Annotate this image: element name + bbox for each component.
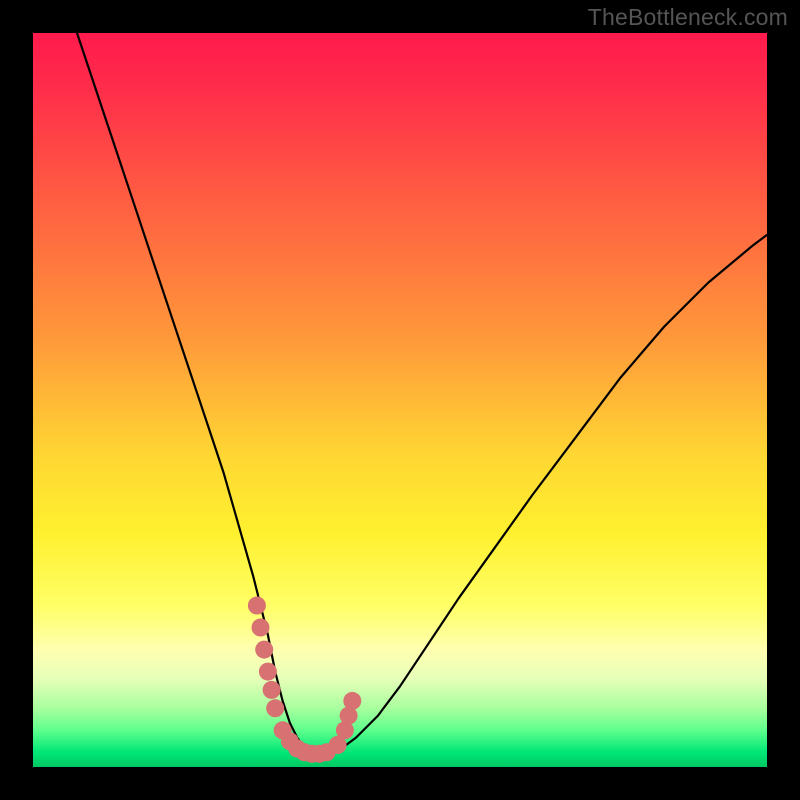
highlight-markers — [248, 597, 361, 763]
watermark-text: TheBottleneck.com — [588, 4, 788, 31]
marker-point — [266, 699, 284, 717]
chart-frame: TheBottleneck.com — [0, 0, 800, 800]
bottleneck-curve — [77, 33, 767, 752]
marker-point — [252, 619, 270, 637]
plot-area — [33, 33, 767, 767]
chart-svg — [33, 33, 767, 767]
marker-point — [343, 692, 361, 710]
marker-point — [248, 597, 266, 615]
marker-point — [263, 681, 281, 699]
marker-point — [259, 663, 277, 681]
marker-point — [255, 641, 273, 659]
